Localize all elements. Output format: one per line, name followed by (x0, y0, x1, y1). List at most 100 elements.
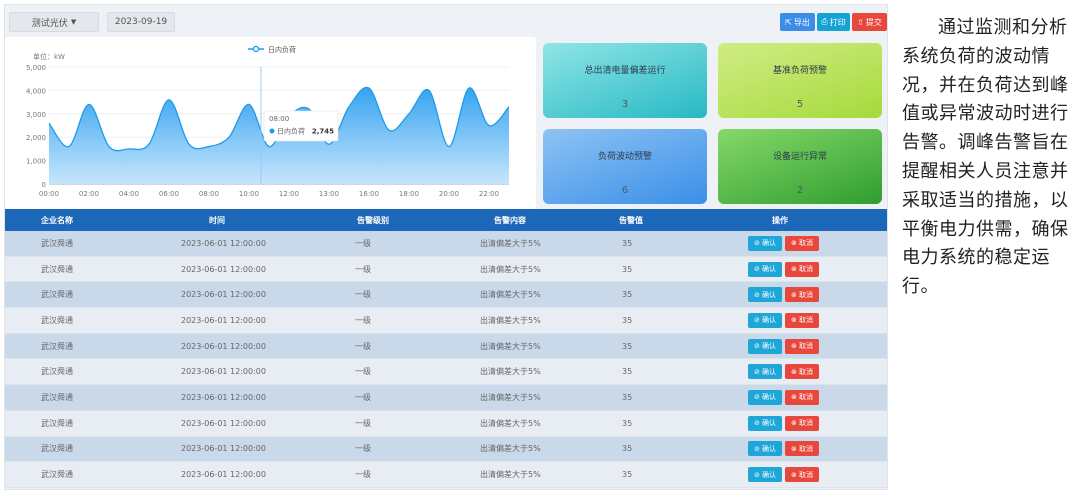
confirm-button[interactable]: ⊘ 确认 (748, 261, 782, 277)
cancel-button[interactable]: ⊗ 取消 (785, 312, 819, 328)
cancel-circle-icon: ⊗ (790, 470, 797, 479)
cell-content: 出清偏差大于5% (480, 341, 541, 351)
table-row: 武汉舜通 2023-06-01 12:00:00 一级 出清偏差大于5% 35 ⊘ 确认 ⊗… (5, 385, 887, 411)
cell-time: 2023-06-01 12:00:00 (181, 341, 266, 351)
cancel-button[interactable]: ⊗ 取消 (785, 364, 819, 380)
confirm-label: 确认 (762, 470, 777, 479)
cell-company: 武汉舜通 (41, 418, 73, 428)
cancel-circle-icon: ⊗ (790, 419, 797, 428)
check-circle-icon: ⊘ (753, 444, 760, 453)
confirm-button[interactable]: ⊘ 确认 (748, 312, 782, 328)
confirm-button[interactable]: ⊘ 确认 (748, 338, 782, 354)
check-circle-icon: ⊘ (753, 265, 760, 274)
cell-time: 2023-06-01 12:00:00 (181, 367, 266, 377)
confirm-label: 确认 (762, 444, 777, 453)
cell-content: 出清偏差大于5% (480, 290, 541, 300)
x-tick-label: 18:00 (399, 190, 419, 198)
confirm-button[interactable]: ⊘ 确认 (748, 415, 782, 431)
cell-time: 2023-06-01 12:00:00 (181, 264, 266, 274)
cell-company: 武汉舜通 (41, 238, 73, 248)
print-label: 打印 (829, 17, 846, 27)
station-select[interactable]: 测试光伏 ▼ (9, 12, 99, 32)
row-actions: ⊘ 确认 ⊗ 取消 (748, 261, 819, 277)
cancel-button[interactable]: ⊗ 取消 (785, 235, 819, 251)
export-button[interactable]: ⇱ 导出 (780, 13, 815, 31)
y-tick-label: 2,000 (26, 134, 46, 142)
confirm-button[interactable]: ⊘ 确认 (748, 287, 782, 303)
cancel-circle-icon: ⊗ (790, 342, 797, 351)
cancel-button[interactable]: ⊗ 取消 (785, 441, 819, 457)
cancel-circle-icon: ⊗ (790, 444, 797, 453)
confirm-button[interactable]: ⊘ 确认 (748, 441, 782, 457)
row-actions: ⊘ 确认 ⊗ 取消 (748, 415, 819, 431)
confirm-button[interactable]: ⊘ 确认 (748, 364, 782, 380)
cancel-button[interactable]: ⊗ 取消 (785, 287, 819, 303)
x-tick-label: 06:00 (159, 190, 179, 198)
cell-value: 35 (622, 444, 633, 454)
row-actions: ⊘ 确认 ⊗ 取消 (748, 389, 819, 405)
table-row: 武汉舜通 2023-06-01 12:00:00 一级 出清偏差大于5% 35 ⊘ 确认 ⊗… (5, 410, 887, 437)
cancel-label: 取消 (799, 290, 814, 299)
cell-content: 出清偏差大于5% (480, 444, 541, 454)
table-row: 武汉舜通 2023-06-01 12:00:00 一级 出清偏差大于5% 35 ⊘ 确认 ⊗… (5, 436, 887, 463)
x-tick-label: 22:00 (479, 190, 499, 198)
cell-content: 出清偏差大于5% (480, 367, 541, 377)
legend-label: 日内负荷 (268, 45, 296, 54)
description-text: 通过监测和分析系统负荷的波动情况，并在负荷达到峰值或异常波动时进行告警。调峰告警… (902, 17, 1069, 298)
confirm-button[interactable]: ⊘ 确认 (748, 467, 782, 483)
tile-clearing-deviation[interactable]: 总出清电量偏差运行 3 (543, 43, 707, 118)
cell-content: 出清偏差大于5% (480, 238, 541, 248)
cancel-button[interactable]: ⊗ 取消 (785, 338, 819, 354)
confirm-button[interactable]: ⊘ 确认 (748, 235, 782, 251)
table-row-inner: 武汉舜通 2023-06-01 12:00:00 一级 出清偏差大于5% 35 ⊘ 确认 ⊗… (5, 359, 887, 384)
export-icon: ⇱ (785, 17, 792, 27)
tile-value: 5 (796, 99, 804, 110)
cell-company: 武汉舜通 (41, 444, 73, 454)
tile-baseline-load-warning[interactable]: 基准负荷预警 5 (718, 43, 882, 118)
cell-time: 2023-06-01 12:00:00 (181, 470, 266, 480)
cell-content: 出清偏差大于5% (480, 264, 541, 274)
check-circle-icon: ⊘ (753, 367, 760, 376)
cell-content: 出清偏差大于5% (480, 392, 541, 402)
print-button[interactable]: ⎙ 打印 (817, 13, 850, 31)
x-tick-label: 12:00 (279, 190, 299, 198)
tile-load-fluctuation-warning[interactable]: 负荷波动预警 6 (543, 129, 707, 204)
cancel-label: 取消 (799, 239, 814, 248)
x-tick-label: 08:00 (199, 190, 219, 198)
cell-value: 35 (622, 315, 633, 325)
cancel-label: 取消 (799, 393, 814, 402)
header-value: 告警值 (619, 215, 643, 225)
cell-value: 35 (622, 418, 633, 428)
export-label: 导出 (793, 17, 810, 27)
table-row: 武汉舜通 2023-06-01 12:00:00 一级 出清偏差大于5% 35 ⊘ 确认 ⊗… (5, 359, 887, 386)
tile-value: 3 (621, 99, 629, 110)
check-circle-icon: ⊘ (753, 342, 760, 351)
cell-value: 35 (622, 238, 633, 248)
cell-company: 武汉舜通 (41, 470, 73, 480)
table-row-inner: 武汉舜通 2023-06-01 12:00:00 一级 出清偏差大于5% 35 ⊘ 确认 ⊗… (5, 411, 887, 436)
table-row: 武汉舜通 2023-06-01 12:00:00 一级 出清偏差大于5% 35 ⊘ 确认 ⊗… (5, 282, 887, 309)
cell-level: 一级 (355, 341, 371, 351)
cancel-circle-icon: ⊗ (790, 367, 797, 376)
cancel-label: 取消 (799, 316, 814, 325)
confirm-label: 确认 (762, 367, 777, 376)
row-actions: ⊘ 确认 ⊗ 取消 (748, 235, 819, 251)
cancel-button[interactable]: ⊗ 取消 (785, 415, 819, 431)
confirm-button[interactable]: ⊘ 确认 (748, 389, 782, 405)
cancel-button[interactable]: ⊗ 取消 (785, 261, 819, 277)
tile-equipment-abnormal[interactable]: 设备运行异常 2 (718, 129, 882, 204)
cell-time: 2023-06-01 12:00:00 (181, 418, 266, 428)
cell-company: 武汉舜通 (41, 367, 73, 377)
cancel-label: 取消 (799, 265, 814, 274)
cancel-button[interactable]: ⊗ 取消 (785, 467, 819, 483)
cell-level: 一级 (355, 392, 371, 402)
confirm-label: 确认 (762, 265, 777, 274)
cancel-button[interactable]: ⊗ 取消 (785, 389, 819, 405)
load-chart-card: 0 1,000 2,000 3,000 4,000 5,000 00:00 02:00 04:0… (5, 37, 536, 209)
date-picker[interactable]: 2023-09-19 (107, 12, 175, 32)
submit-button[interactable]: ⇧ 提交 (852, 13, 887, 31)
cell-time: 2023-06-01 12:00:00 (181, 315, 266, 325)
upload-icon: ⇧ (857, 17, 864, 27)
cell-value: 35 (622, 367, 633, 377)
header-time: 时间 (209, 215, 225, 225)
